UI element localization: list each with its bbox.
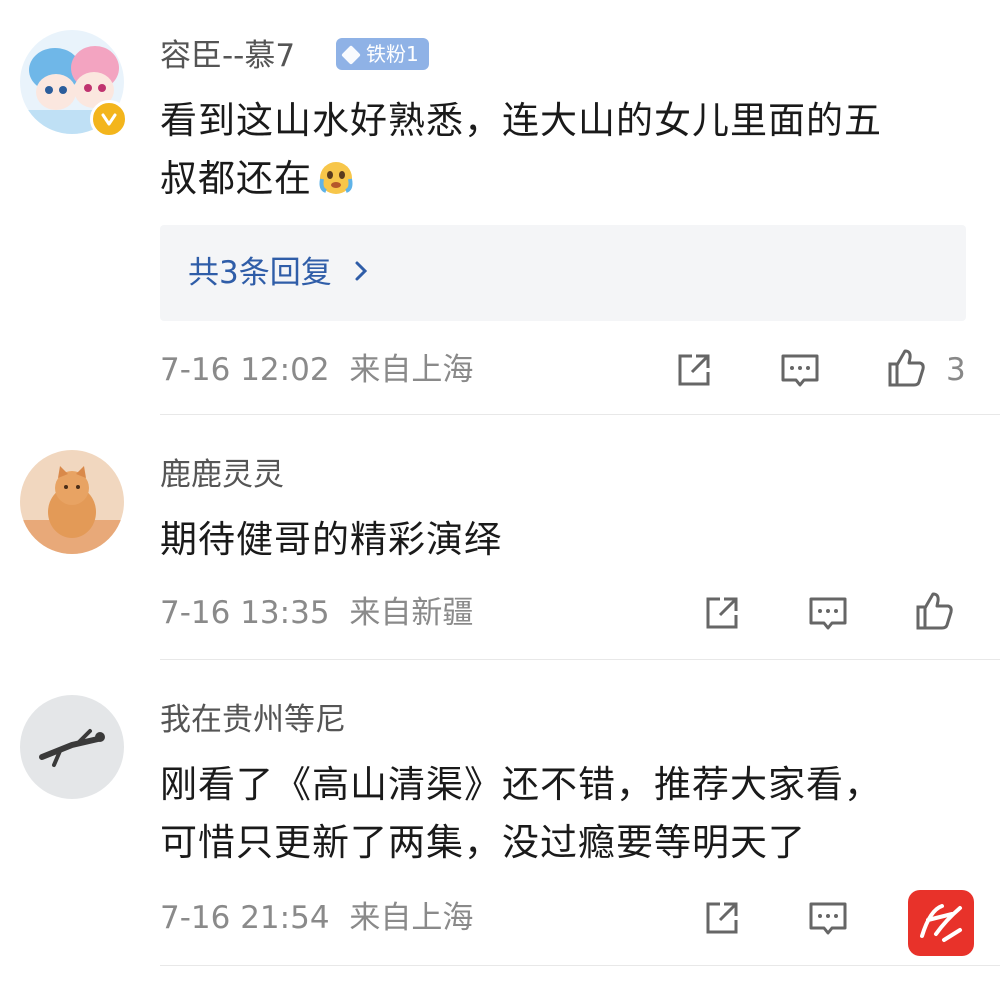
avatar[interactable] [20, 695, 124, 799]
comment-icon[interactable] [778, 348, 822, 392]
username[interactable]: 鹿鹿灵灵 [160, 455, 284, 495]
comment-text-line: 叔都还在 [160, 157, 312, 200]
comment-text: 刚看了《高山清渠》还不错，推荐大家看， 可惜只更新了两集，没过瘾要等明天了 [160, 756, 970, 872]
comment-text-line: 看到这山水好熟悉，连大山的女儿里面的五 [160, 99, 882, 142]
comment-text-line: 可惜只更新了两集，没过瘾要等明天了 [160, 821, 806, 864]
verified-badge-icon [90, 100, 128, 138]
like-count: 3 [946, 352, 966, 388]
fan-badge-label: 铁粉1 [366, 42, 419, 66]
comment-item: 我在贵州等尼 刚看了《高山清渠》还不错，推荐大家看， 可惜只更新了两集，没过瘾要… [0, 660, 1000, 985]
location: 来自上海 [349, 900, 474, 936]
comment-meta: 7-16 21:54 来自上海 [160, 898, 473, 938]
replies-count-label: 共3条回复 [188, 255, 332, 291]
timestamp: 7-16 12:02 [160, 352, 330, 388]
share-icon[interactable] [700, 896, 744, 940]
avatar[interactable] [20, 450, 124, 554]
orange-cat-avatar-image [20, 450, 124, 554]
share-icon[interactable] [700, 591, 744, 635]
comment-text-line: 期待健哥的精彩演绎 [160, 518, 502, 561]
comment-icon[interactable] [806, 896, 850, 940]
comment-item: 容臣--慕7 铁粉1 看到这山水好熟悉，连大山的女儿里面的五 叔都还在 共3条回… [0, 0, 1000, 415]
comment-item: 鹿鹿灵灵 期待健哥的精彩演绎 7-16 13:35 来自新疆 [0, 415, 1000, 660]
crying-face-emoji-icon [316, 156, 356, 196]
share-icon[interactable] [672, 348, 716, 392]
watermark-logo-icon [908, 890, 974, 956]
location: 来自上海 [349, 352, 474, 388]
snow-figure-avatar-image [20, 695, 124, 799]
like-icon[interactable] [884, 346, 928, 390]
comment-text-line-2: 叔都还在 [160, 150, 970, 208]
replies-link[interactable]: 共3条回复 [188, 251, 370, 295]
chevron-right-icon [352, 251, 370, 295]
replies-box[interactable]: 共3条回复 [160, 225, 966, 321]
divider [160, 965, 1000, 966]
timestamp: 7-16 13:35 [160, 595, 330, 631]
avatar[interactable] [20, 30, 128, 138]
diamond-icon [341, 45, 361, 65]
comment-text: 看到这山水好熟悉，连大山的女儿里面的五 叔都还在 [160, 92, 970, 208]
comment-icon[interactable] [806, 591, 850, 635]
timestamp: 7-16 21:54 [160, 900, 330, 936]
location: 来自新疆 [349, 595, 474, 631]
username[interactable]: 我在贵州等尼 [160, 700, 346, 740]
comment-meta: 7-16 13:35 来自新疆 [160, 593, 473, 633]
like-icon[interactable] [912, 589, 956, 633]
fan-badge[interactable]: 铁粉1 [336, 38, 429, 70]
comment-meta: 7-16 12:02 来自上海 [160, 350, 473, 390]
username[interactable]: 容臣--慕7 [160, 36, 295, 76]
comment-text: 期待健哥的精彩演绎 [160, 511, 970, 569]
comment-text-line: 刚看了《高山清渠》还不错，推荐大家看， [160, 763, 882, 806]
